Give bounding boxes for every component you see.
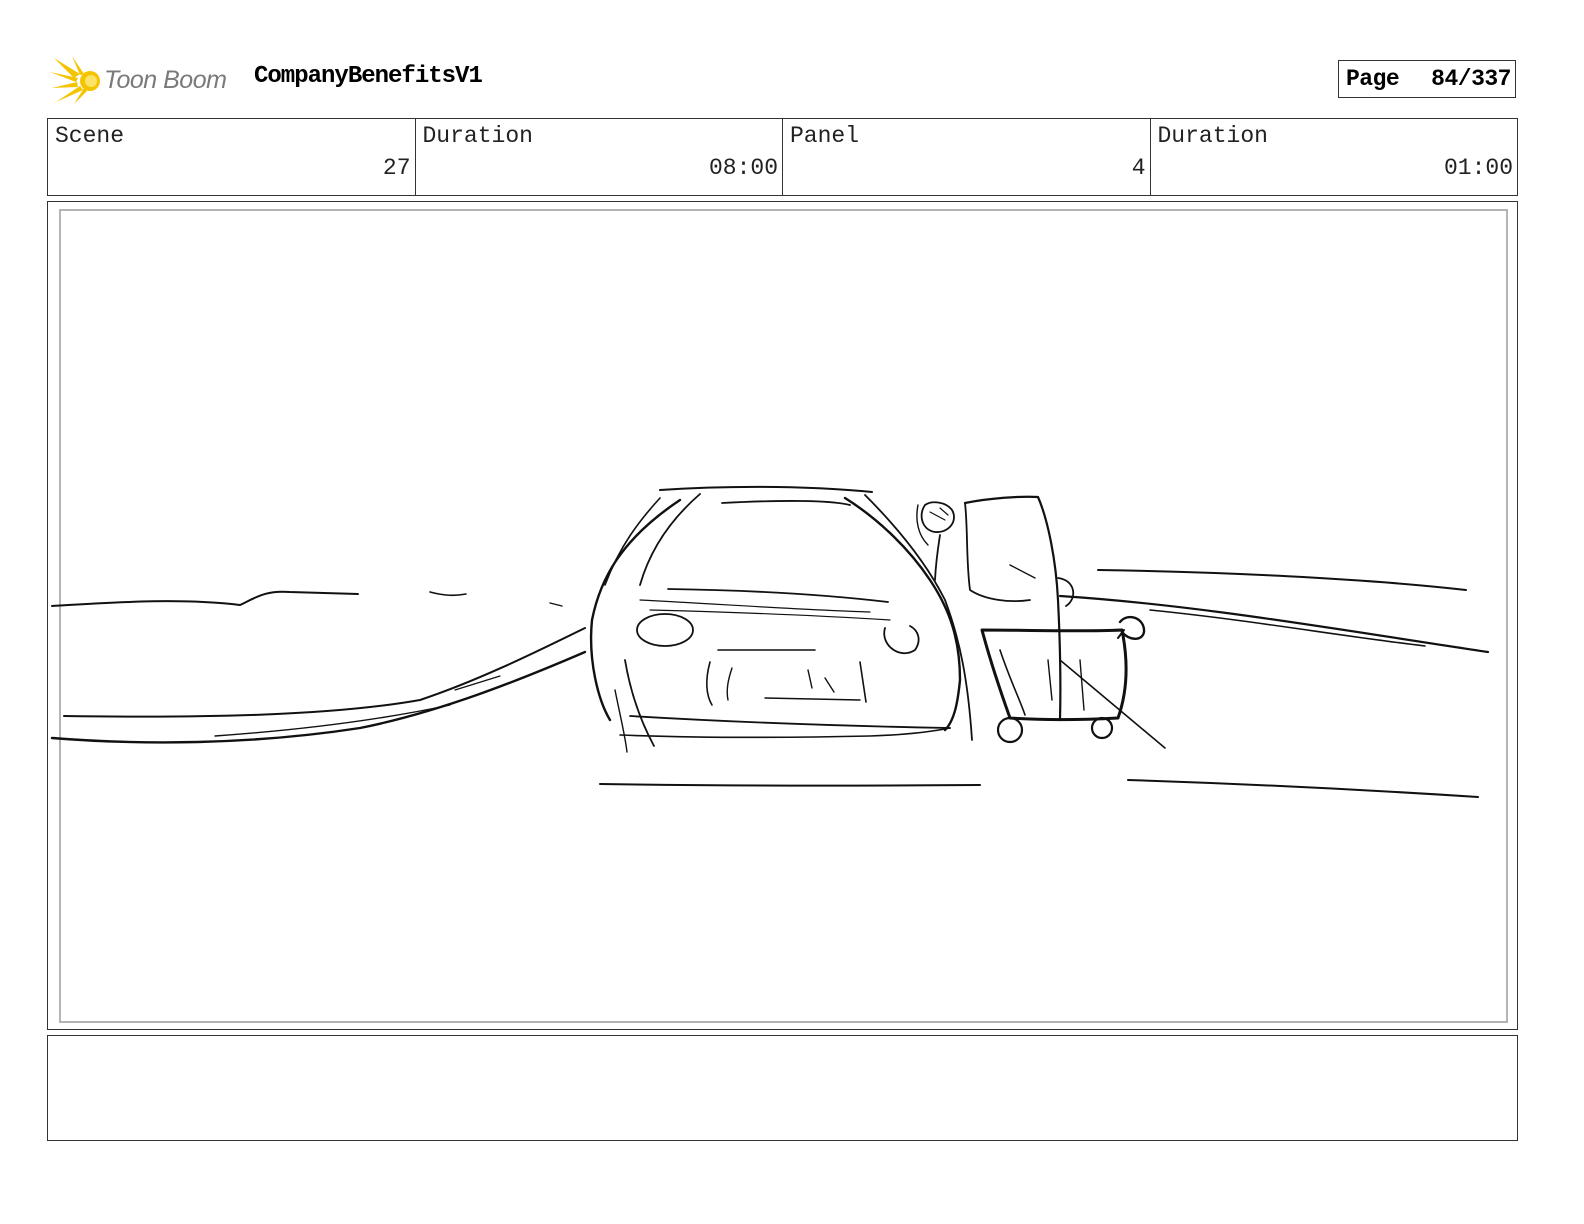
panel-notes-box [47,1035,1518,1141]
